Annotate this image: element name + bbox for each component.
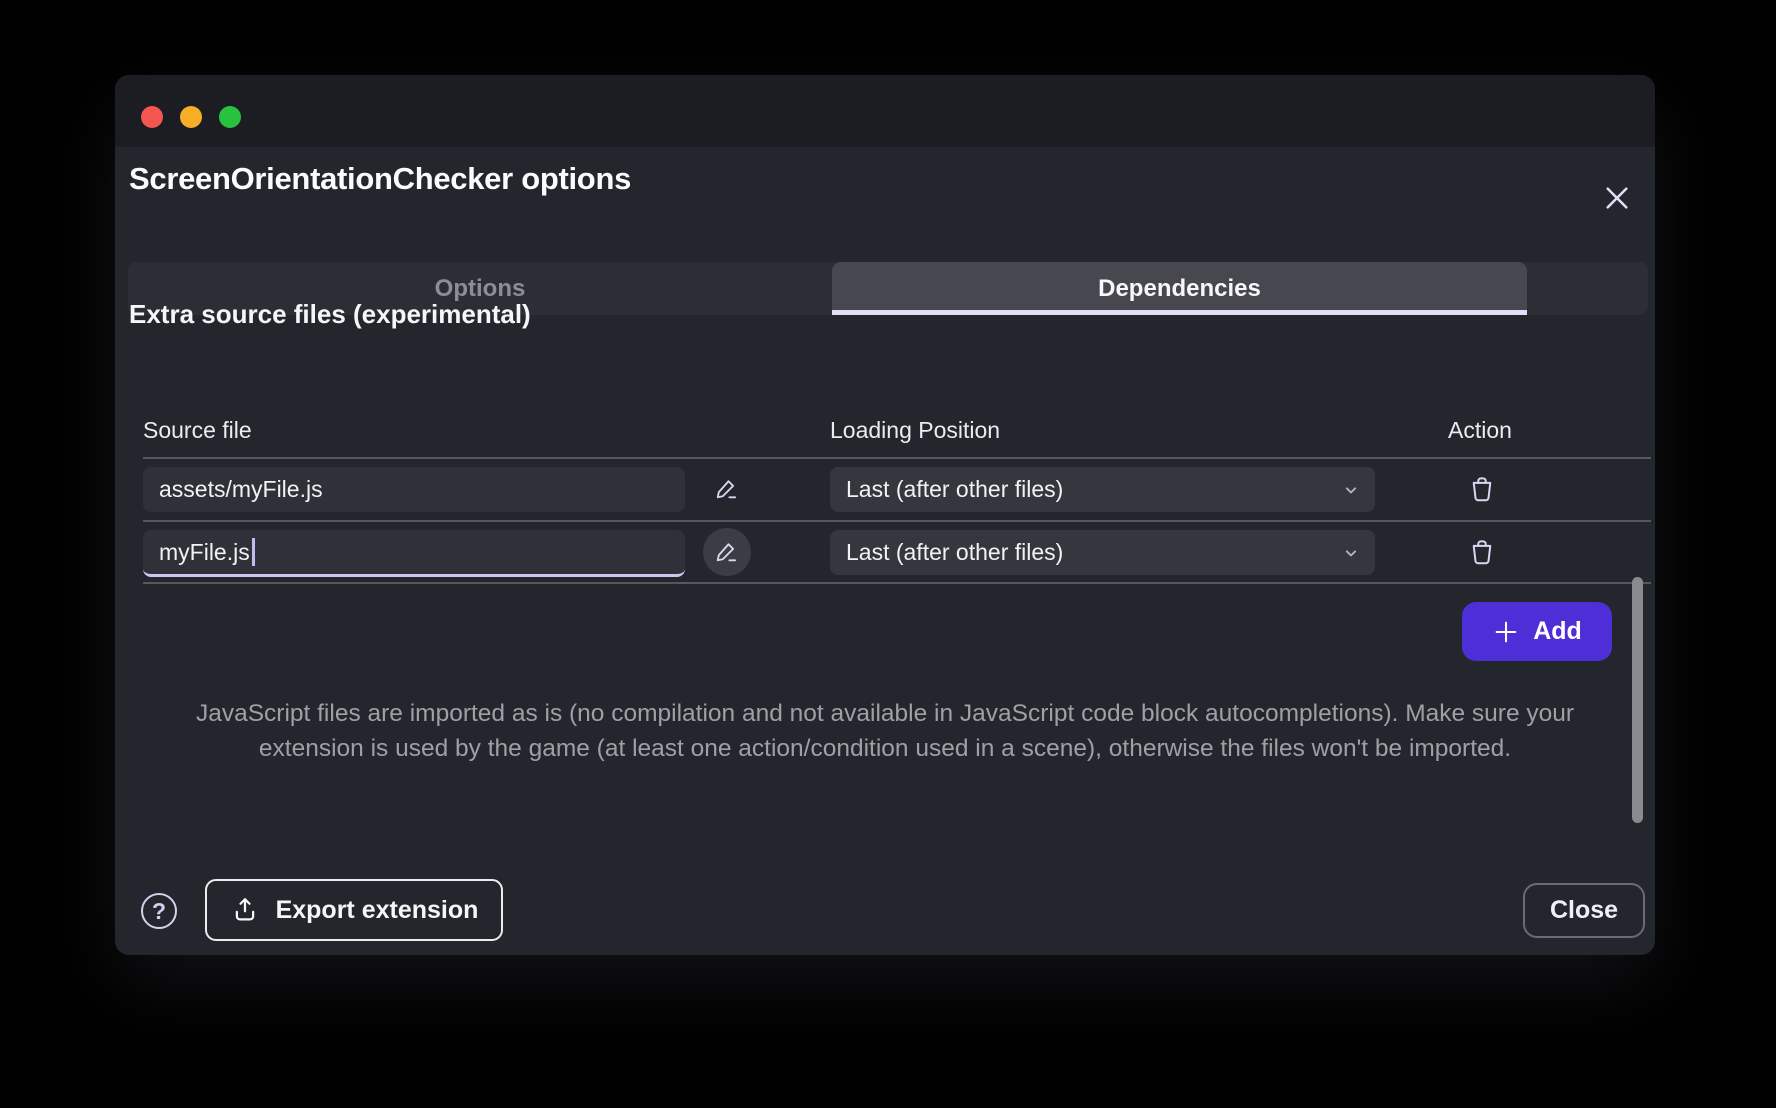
vertical-scrollbar[interactable] <box>1632 577 1643 823</box>
source-file-input[interactable]: assets/myFile.js <box>143 467 685 512</box>
source-file-value: assets/myFile.js <box>159 476 323 503</box>
loading-position-select[interactable]: Last (after other files) <box>830 530 1375 575</box>
source-file-value: myFile.js <box>159 539 250 566</box>
chevron-down-icon <box>1341 543 1361 563</box>
page-title: ScreenOrientationChecker options <box>129 161 631 197</box>
export-extension-button[interactable]: Export extension <box>205 879 503 941</box>
traffic-light-close-icon[interactable] <box>141 106 163 128</box>
text-caret <box>252 538 255 566</box>
loading-position-select[interactable]: Last (after other files) <box>830 467 1375 512</box>
extension-options-dialog: ScreenOrientationChecker options Options… <box>115 75 1655 955</box>
source-file-input[interactable]: myFile.js <box>143 530 685 577</box>
chevron-down-icon <box>1341 480 1361 500</box>
delete-button[interactable] <box>1458 528 1506 576</box>
import-note-text: JavaScript files are imported as is (no … <box>152 697 1618 767</box>
add-button[interactable]: Add <box>1462 602 1612 661</box>
delete-button[interactable] <box>1458 465 1506 513</box>
close-button[interactable]: Close <box>1523 883 1645 938</box>
traffic-light-minimize-icon[interactable] <box>180 106 202 128</box>
export-extension-label: Export extension <box>276 896 479 925</box>
window-titlebar <box>115 75 1655 147</box>
help-icon[interactable]: ? <box>141 893 177 929</box>
column-header-loading-position: Loading Position <box>830 417 1000 444</box>
upload-icon <box>230 895 260 925</box>
close-icon[interactable] <box>1598 179 1636 217</box>
section-heading: Extra source files (experimental) <box>129 299 531 330</box>
tab-dependencies[interactable]: Dependencies <box>832 262 1527 315</box>
loading-position-value: Last (after other files) <box>846 539 1341 566</box>
table-row: assets/myFile.js Last (after other files… <box>143 458 1651 520</box>
column-header-source-file: Source file <box>143 417 252 444</box>
table-row: myFile.js Last (after other files) <box>143 521 1651 583</box>
loading-position-value: Last (after other files) <box>846 476 1341 503</box>
help-label: ? <box>152 898 166 925</box>
tab-dependencies-label: Dependencies <box>1098 275 1261 303</box>
edit-button[interactable] <box>703 528 751 576</box>
edit-button[interactable] <box>703 465 751 513</box>
column-header-action: Action <box>1448 417 1512 444</box>
close-button-label: Close <box>1550 896 1618 925</box>
traffic-light-zoom-icon[interactable] <box>219 106 241 128</box>
plus-icon <box>1492 618 1520 646</box>
source-files-table-header: Source file Loading Position Action <box>143 405 1651 457</box>
add-button-label: Add <box>1533 617 1582 646</box>
